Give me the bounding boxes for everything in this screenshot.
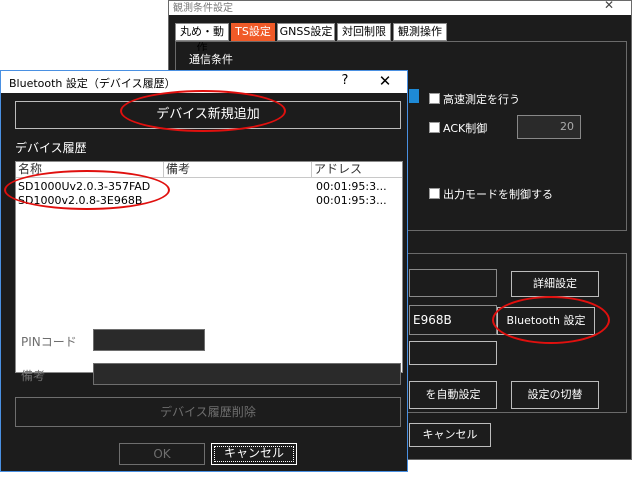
switch-settings-button[interactable]: 設定の切替	[511, 381, 599, 409]
ack-checkbox[interactable]	[429, 122, 440, 133]
note-input[interactable]	[93, 363, 401, 385]
selected-row-indicator	[409, 89, 419, 103]
output-mode-checkbox[interactable]	[429, 188, 440, 199]
annotation-ellipse-device-list	[4, 170, 170, 210]
comm-conditions-label: 通信条件	[187, 51, 235, 67]
help-icon[interactable]: ?	[335, 73, 355, 88]
ok-button[interactable]: OK	[119, 443, 205, 465]
annotation-ellipse-add-device	[120, 90, 286, 132]
auto-set-button[interactable]: を自動設定	[409, 381, 497, 409]
device-name-field[interactable]: E968B	[409, 305, 497, 335]
detail-settings-button[interactable]: 詳細設定	[511, 271, 599, 297]
output-mode-label: 出力モードを制御する	[443, 188, 553, 201]
port-field[interactable]	[409, 269, 497, 297]
back-window-title: 観測条件設定	[173, 3, 233, 14]
device-history-label: デバイス履歴	[15, 141, 87, 155]
close-icon[interactable]: ✕	[373, 72, 397, 90]
dialog-title: Bluetooth 設定（デバイス履歴）	[9, 77, 176, 90]
column-header-note[interactable]: 備考	[164, 162, 312, 178]
device-address-cell: 00:01:95:3...	[316, 194, 387, 207]
note-label: 備考	[21, 369, 46, 383]
tab-pair-limit[interactable]: 対回制限	[337, 23, 391, 41]
pin-code-label: PINコード	[21, 335, 77, 349]
tab-gnss-settings[interactable]: GNSS設定	[277, 23, 335, 41]
delete-history-button[interactable]: デバイス履歴削除	[15, 397, 401, 427]
annotation-ellipse-bluetooth-button	[492, 296, 610, 344]
ack-value-field[interactable]: 20	[517, 115, 581, 139]
ack-label: ACK制御	[443, 122, 488, 135]
tab-rounding[interactable]: 丸め・動作	[175, 23, 229, 54]
tab-ts-settings[interactable]: TS設定	[231, 23, 275, 41]
column-header-address[interactable]: アドレス	[312, 162, 402, 178]
high-speed-checkbox[interactable]	[429, 93, 440, 104]
status-field	[409, 341, 497, 365]
close-icon[interactable]: ✕	[599, 0, 619, 12]
back-window-titlebar: 観測条件設定 ✕	[169, 0, 631, 15]
device-address-cell: 00:01:95:3...	[316, 180, 387, 193]
back-cancel-button[interactable]: キャンセル	[409, 423, 491, 447]
pin-code-input[interactable]	[93, 329, 205, 351]
tab-observation-ops[interactable]: 観測操作	[393, 23, 447, 41]
cancel-button[interactable]: キャンセル	[211, 443, 297, 465]
high-speed-label: 高速測定を行う	[443, 93, 520, 106]
